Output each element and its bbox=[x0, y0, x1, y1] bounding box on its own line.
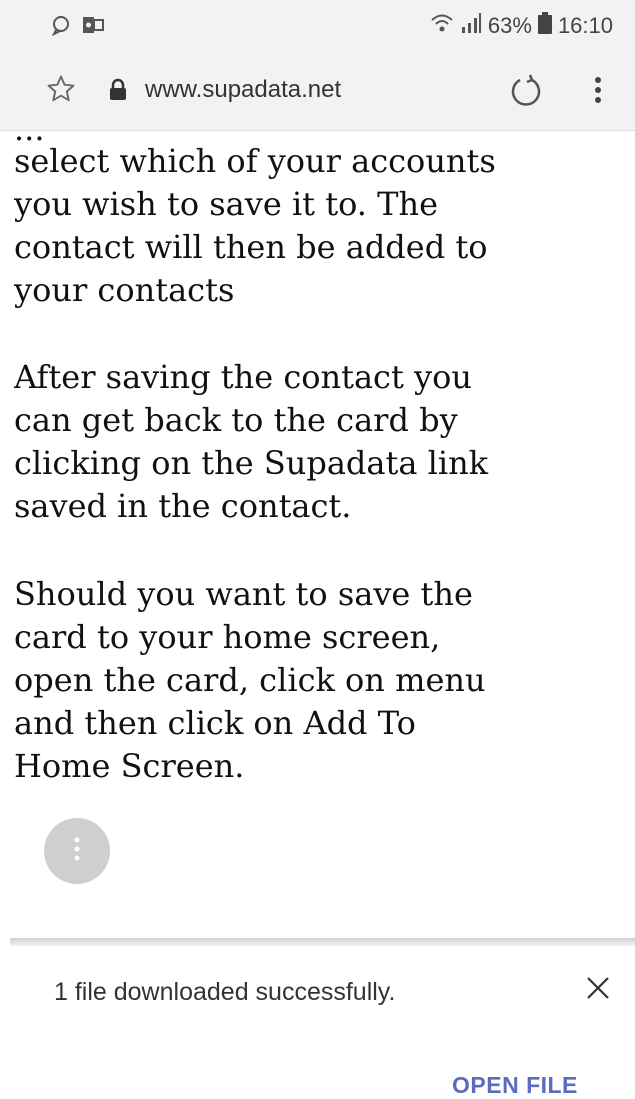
more-vert-icon bbox=[72, 834, 82, 869]
paragraph-home-screen: Should you want to save the card to your… bbox=[14, 575, 486, 785]
status-right: 63% 16:10 bbox=[430, 12, 613, 40]
outlook-icon bbox=[82, 15, 104, 40]
paragraph-after-saving: After saving the contact you can get bac… bbox=[14, 358, 489, 525]
floating-menu-button[interactable] bbox=[44, 818, 110, 884]
more-vert-icon[interactable] bbox=[588, 72, 608, 113]
battery-icon bbox=[537, 12, 552, 40]
reload-icon[interactable] bbox=[508, 72, 544, 113]
page-content: ... select which of your accounts you wi… bbox=[14, 130, 624, 805]
wifi-icon bbox=[430, 12, 454, 40]
url-text[interactable]: www.supadata.net bbox=[145, 76, 341, 104]
clock: 16:10 bbox=[557, 13, 613, 38]
open-file-button[interactable]: OPEN FILE bbox=[452, 1072, 578, 1099]
star-icon[interactable] bbox=[46, 74, 76, 109]
download-bar: 1 file downloaded successfully. OPEN FIL… bbox=[0, 946, 635, 1099]
chat-bubble-icon bbox=[50, 14, 72, 41]
battery-percent: 63% bbox=[487, 13, 532, 38]
signal-icon bbox=[460, 12, 482, 40]
download-message: 1 file downloaded successfully. bbox=[54, 978, 396, 1006]
paragraph-save-account: select which of your accounts you wish t… bbox=[14, 142, 496, 309]
close-icon[interactable] bbox=[584, 974, 612, 1007]
address-bar: www.supadata.net bbox=[0, 50, 635, 131]
download-bar-shadow bbox=[10, 938, 635, 946]
lock-icon bbox=[108, 78, 128, 107]
status-bar: 63% 16:10 bbox=[0, 0, 635, 50]
status-left-icons bbox=[50, 14, 104, 41]
